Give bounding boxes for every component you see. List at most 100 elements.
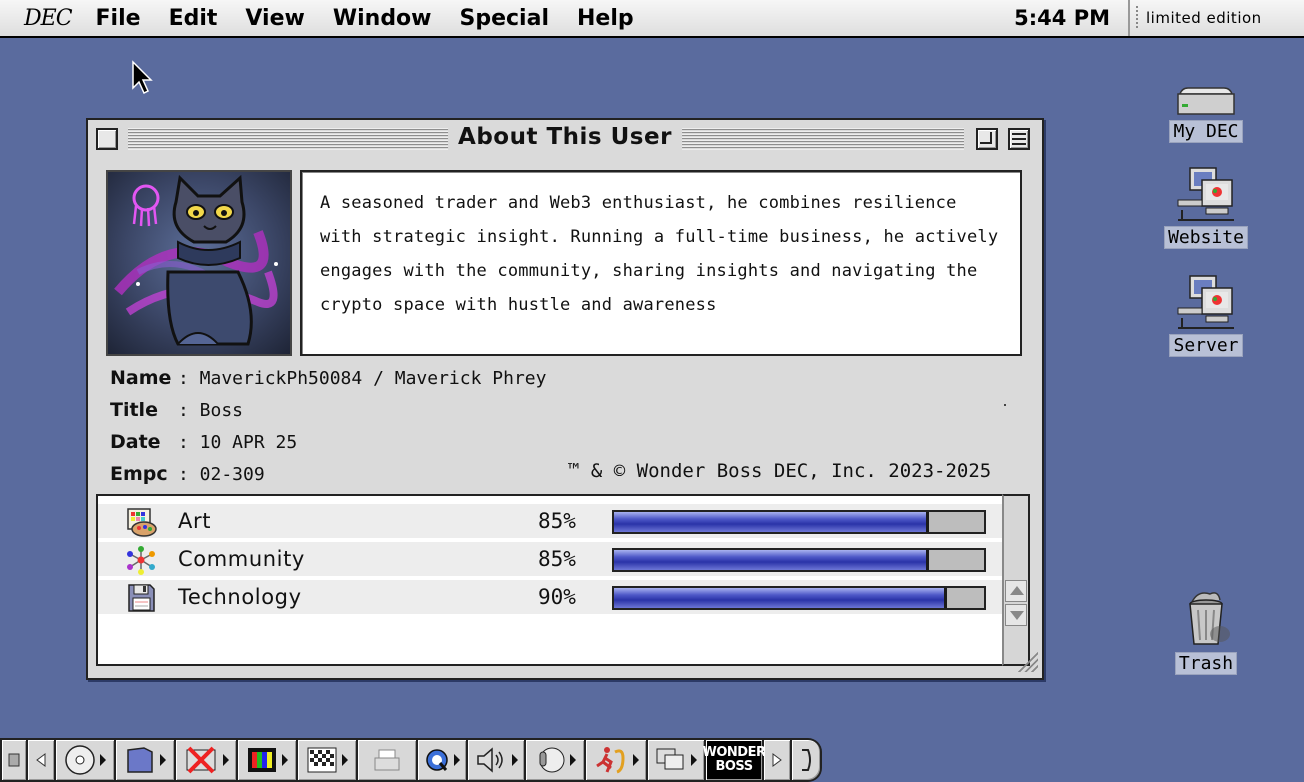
strip-energy-saver-button[interactable] (586, 738, 648, 782)
application-name: limited edition (1146, 9, 1262, 27)
skill-progress-fill (614, 588, 947, 608)
skill-progress-bar (612, 586, 986, 610)
skill-name: Technology (178, 585, 302, 609)
menu-view[interactable]: View (245, 6, 304, 31)
strip-cd-button[interactable] (56, 738, 116, 782)
skill-percent: 85% (538, 547, 576, 571)
date-label: Date (110, 431, 161, 453)
floppy-disk-icon (128, 584, 155, 612)
menu-help[interactable]: Help (577, 6, 634, 31)
microphone-cd-icon (539, 747, 565, 773)
window-title-bar[interactable]: About This User (88, 120, 1042, 160)
left-arrow-icon (36, 753, 46, 767)
runner-icon (596, 747, 625, 774)
extensions-off-icon (186, 746, 216, 774)
network-computers-icon (1177, 167, 1234, 221)
skill-percent: 85% (538, 509, 576, 533)
speaker-icon (477, 747, 503, 773)
strip-sound-source-button[interactable] (526, 738, 586, 782)
list-item[interactable]: Technology 90% (98, 580, 1002, 616)
info-row-date: Date : 10 APR 25 (110, 428, 297, 456)
monitors-icon (656, 748, 684, 770)
network-icon (127, 546, 155, 575)
skill-progress-bar (612, 548, 986, 572)
strip-wonder-boss-button[interactable]: WONDER BOSS (702, 738, 766, 782)
network-computers-icon (1177, 275, 1234, 329)
user-avatar (106, 170, 292, 356)
skills-list: Art 85% Community 85% Technology 90% (96, 494, 1002, 666)
strip-resolution-button[interactable] (298, 738, 358, 782)
desktop-icon-label: Server (1169, 334, 1243, 357)
cd-icon (65, 745, 95, 775)
collapse-box-button[interactable] (1008, 128, 1030, 150)
strip-scroll-right-button[interactable] (764, 738, 792, 782)
desktop-icon-my-dec[interactable]: My DEC (1158, 82, 1254, 143)
application-menu[interactable]: limited edition (1128, 0, 1304, 36)
skill-progress-fill (614, 512, 929, 532)
menu-bar: DEC File Edit View Window Special Help 5… (0, 0, 1304, 38)
strip-monitor-colors-button[interactable] (238, 738, 298, 782)
dec-logo-menu[interactable]: DEC (24, 6, 73, 31)
zoom-box-button[interactable] (976, 128, 998, 150)
name-value: : MaverickPh50084 / Maverick Phrey (178, 367, 547, 389)
name-label: Name (110, 367, 172, 389)
right-arrow-icon (772, 753, 782, 767)
resize-grip-icon[interactable] (1018, 652, 1038, 672)
printer-icon (374, 749, 400, 771)
menu-window[interactable]: Window (333, 6, 432, 31)
mouse-pointer-icon (132, 60, 153, 95)
wonder-boss-logo: WONDER BOSS (702, 745, 766, 774)
user-bio: A seasoned trader and Web3 enthusiast, h… (320, 193, 999, 315)
checkerboard-icon (307, 747, 337, 773)
palette-icon (127, 508, 157, 537)
window-title: About This User (448, 124, 682, 150)
menu-edit[interactable]: Edit (169, 6, 218, 31)
trash-icon (1189, 592, 1230, 645)
strip-sound-volume-button[interactable] (468, 738, 526, 782)
strip-handle-icon (802, 749, 811, 771)
list-item[interactable]: Community 85% (98, 542, 1002, 578)
control-strip: WONDER BOSS (0, 738, 822, 782)
strip-tab-handle[interactable] (792, 738, 822, 782)
empc-value: : 02-309 (178, 463, 265, 485)
folder-icon (127, 747, 153, 773)
desktop-icon-label: My DEC (1169, 120, 1243, 143)
bio-panel: A seasoned trader and Web3 enthusiast, h… (300, 170, 1022, 356)
desktop-icon-trash[interactable]: Trash (1158, 588, 1254, 675)
desktop-icon-server[interactable]: Server (1158, 274, 1254, 357)
close-box-button[interactable] (96, 128, 118, 150)
skill-name: Community (178, 547, 305, 571)
menu-file[interactable]: File (96, 6, 141, 31)
copyright-text: ™ & © Wonder Boss DEC, Inc. 2023-2025 (568, 460, 992, 482)
list-item[interactable]: Art 85% (98, 504, 1002, 540)
scroll-down-arrow-icon[interactable] (1005, 604, 1027, 626)
skill-name: Art (178, 509, 212, 533)
desktop-icon-website[interactable]: Website (1158, 166, 1254, 249)
strip-display-switch-button[interactable] (648, 738, 706, 782)
vertical-scrollbar[interactable] (1002, 494, 1030, 666)
empc-label: Empc (110, 463, 168, 485)
cat-avatar-icon (114, 174, 278, 346)
strip-file-sharing-button[interactable] (116, 738, 176, 782)
strip-printer-button[interactable] (358, 738, 418, 782)
info-row-title: Title : Boss (110, 396, 243, 424)
scroll-up-arrow-icon[interactable] (1005, 580, 1027, 602)
strip-extensions-button[interactable] (176, 738, 238, 782)
skill-percent: 90% (538, 585, 576, 609)
desktop-icon-label: Trash (1174, 652, 1238, 675)
about-this-user-window: About This User A seasoned trader and We… (86, 118, 1044, 680)
strip-box-icon (8, 753, 20, 767)
title-label: Title (110, 399, 158, 421)
date-value: : 10 APR 25 (178, 431, 298, 453)
skill-progress-fill (614, 550, 929, 570)
stray-dot (1004, 404, 1006, 406)
info-row-name: Name : MaverickPh50084 / Maverick Phrey (110, 364, 546, 392)
info-row-empc: Empc : 02-309 (110, 460, 265, 488)
skill-progress-bar (612, 510, 986, 534)
strip-scroll-left-button[interactable] (28, 738, 56, 782)
menu-special[interactable]: Special (460, 6, 549, 31)
strip-quicktime-button[interactable] (418, 738, 468, 782)
strip-collapse-button[interactable] (0, 738, 28, 782)
hard-drive-icon (1177, 87, 1235, 115)
menu-clock[interactable]: 5:44 PM (1014, 6, 1110, 30)
